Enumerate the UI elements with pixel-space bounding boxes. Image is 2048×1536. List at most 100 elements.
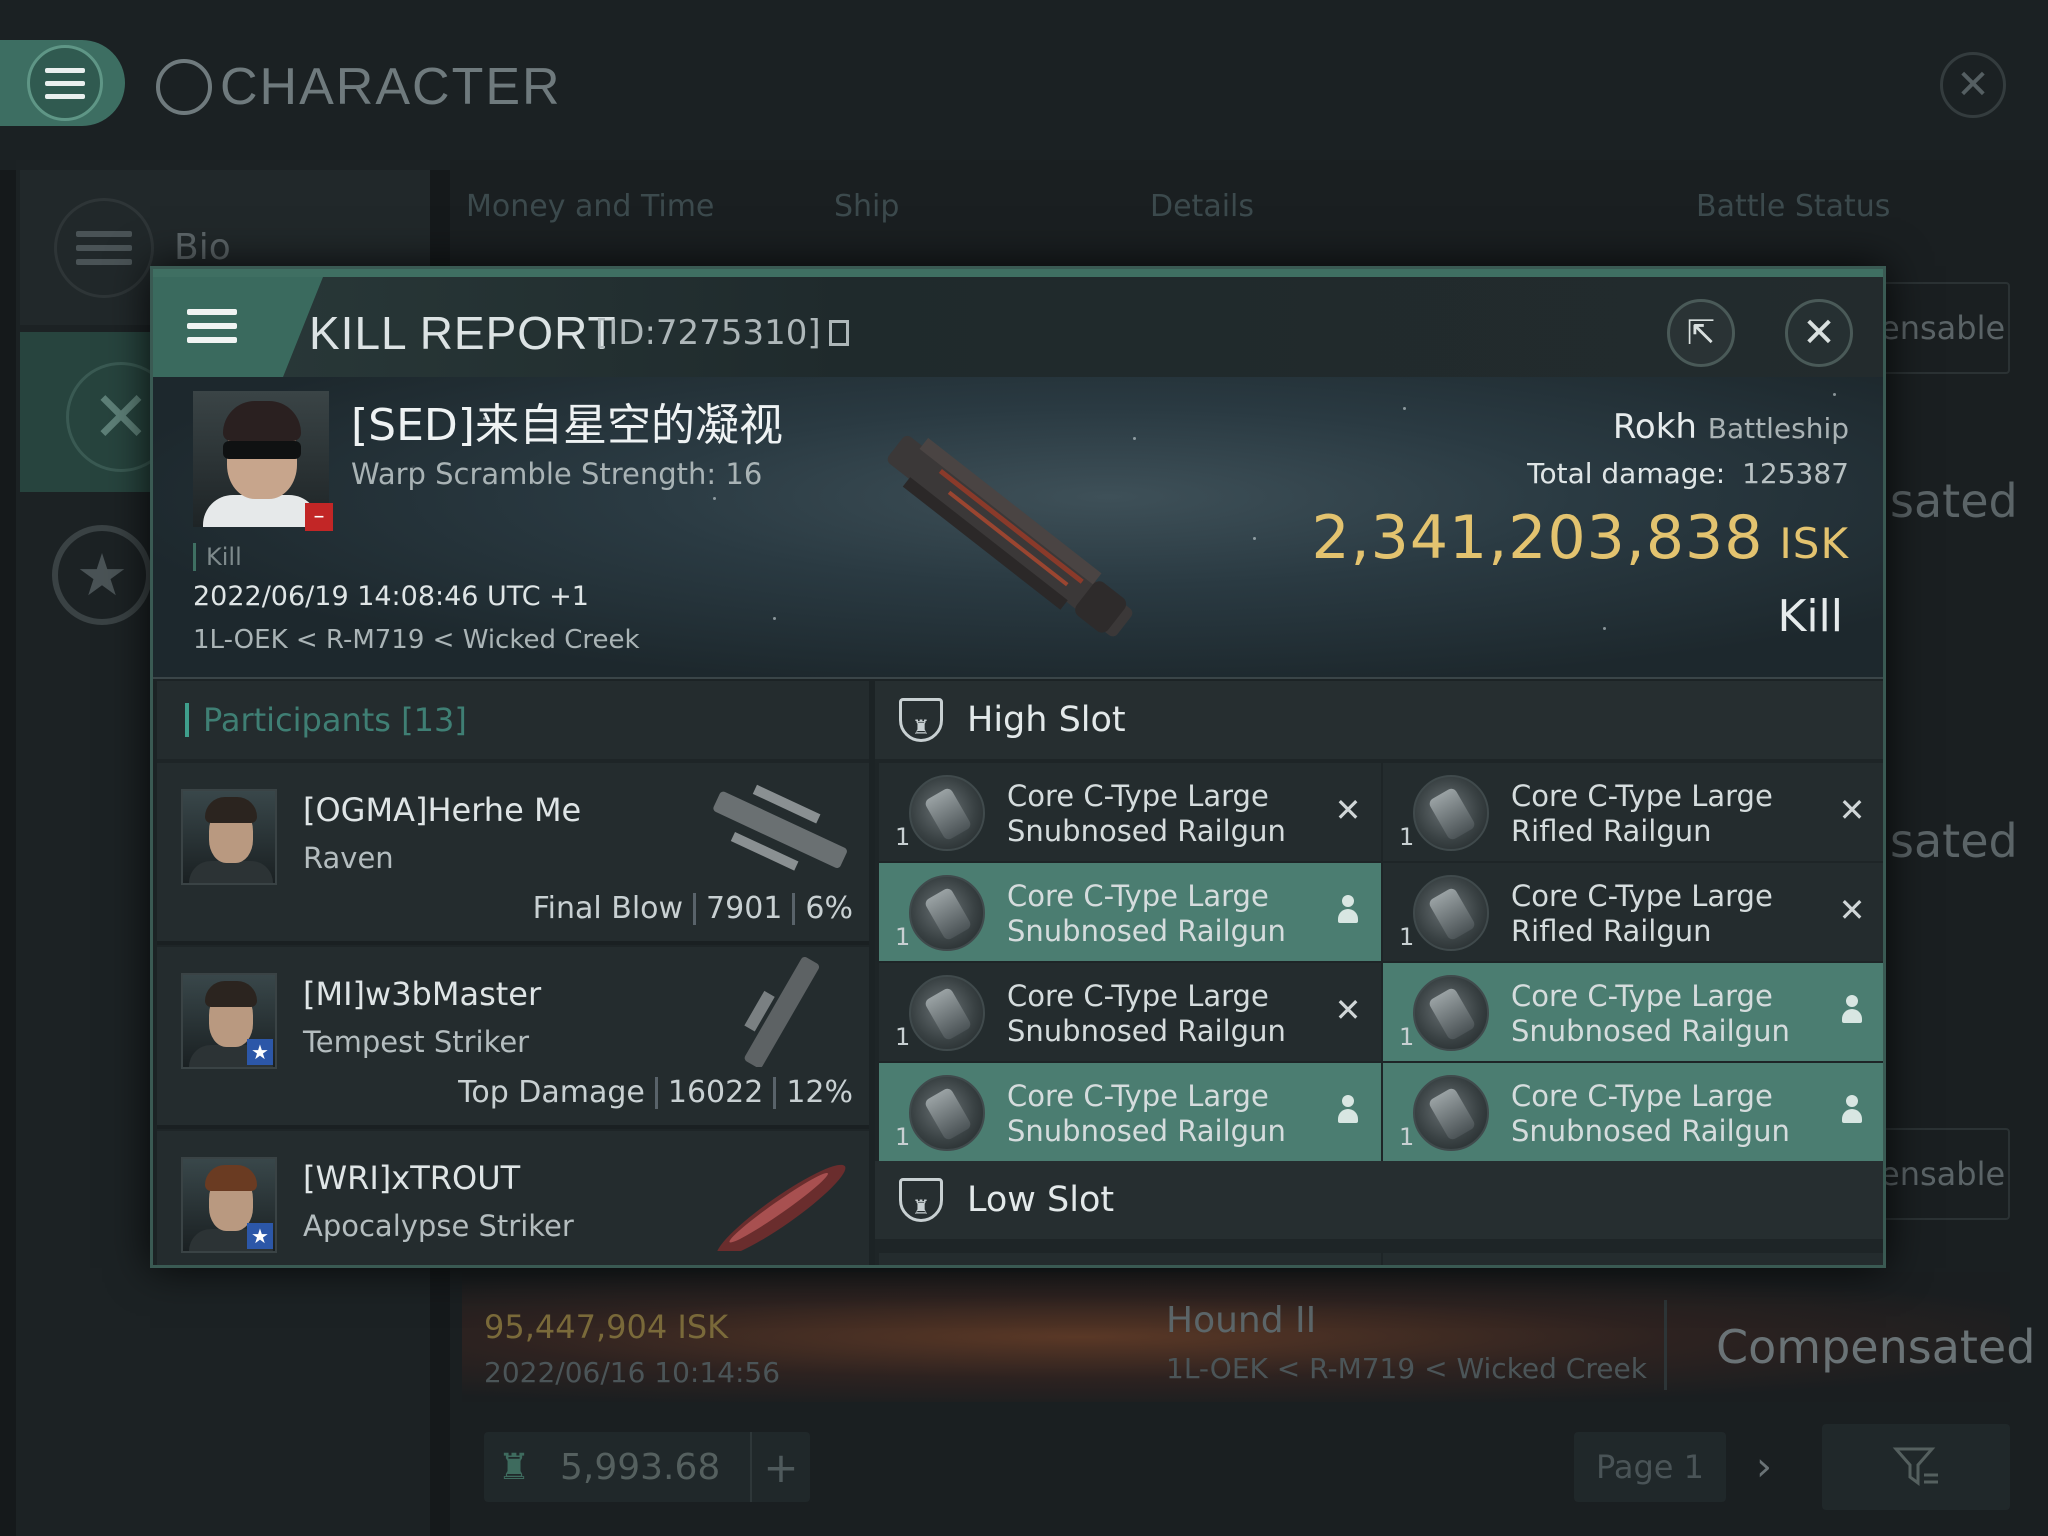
participant-stats: Top Damage 16022 12% — [458, 1075, 853, 1110]
high-slot-header: ♜ High Slot — [875, 681, 1883, 759]
participant-role: Top Damage — [458, 1075, 645, 1110]
wallet-balance: ♜ 5,993.68 + — [484, 1432, 810, 1502]
participant-portrait[interactable]: ★ — [181, 1157, 277, 1253]
participant-name: [MI]w3bMaster — [303, 975, 542, 1013]
fitting-panel: ♜ High Slot 1 Core C-Type Large Snubnosed … — [875, 681, 1883, 1265]
participants-header: Participants [13] — [157, 681, 869, 759]
kill-location[interactable]: 1L-OEK < R-M719 < Wicked Creek — [193, 625, 640, 655]
tab-ship[interactable]: Ship — [834, 189, 899, 224]
participant-row[interactable]: ★ [WRI]xTROUT Apocalypse Striker — [157, 1131, 869, 1265]
hostile-badge: – — [305, 503, 333, 531]
slot-label: Low Slot — [967, 1180, 1115, 1220]
x-icon: ✕ — [1838, 891, 1866, 929]
participant-percent: 12% — [786, 1075, 853, 1110]
character-title-text: CHARACTER — [220, 58, 562, 116]
victim-name[interactable]: [SED]来自星空的凝视 — [351, 389, 783, 453]
close-button[interactable]: ✕ — [1785, 299, 1853, 367]
participant-portrait[interactable] — [181, 789, 277, 885]
participant-stats: Final Blow 7901 6% — [533, 891, 853, 926]
slot-item[interactable]: 1 Core C-Type Large Snubnosed Railgun — [1383, 1063, 1883, 1161]
slot-item[interactable]: 1 Core C-Type Large Snubnosed Railgun ✕ — [879, 963, 1381, 1061]
divider — [1664, 1300, 1667, 1390]
tab-battle-status[interactable]: Battle Status — [1696, 189, 1890, 224]
participant-ship: Tempest Striker — [303, 1025, 530, 1059]
participant-ship: Raven — [303, 841, 394, 875]
ship-name: Rokh — [1612, 407, 1697, 447]
slot-item[interactable]: 1 Core C-Type Large Snubnosed Railgun ✕ — [879, 763, 1381, 861]
sidebar-item-medals[interactable]: ★ — [52, 525, 152, 625]
star-icon: ★ — [247, 1223, 273, 1249]
x-icon: ✕ — [1334, 791, 1362, 829]
railgun-icon — [1413, 775, 1489, 851]
person-icon — [1835, 1093, 1869, 1127]
dialog-menu-button[interactable] — [153, 277, 323, 377]
next-page-button[interactable]: › — [1736, 1432, 1792, 1502]
victim-banner: – [SED]来自星空的凝视 Warp Scramble Strength: 1… — [153, 377, 1883, 679]
slot-item[interactable]: 1 Core C-Type Large Snubnosed Railgun — [879, 863, 1381, 961]
railgun-icon — [909, 1075, 985, 1151]
tab-money-and-time[interactable]: Money and Time — [466, 189, 714, 224]
character-tabs: Money and Time Ship Details Battle Statu… — [450, 170, 2010, 242]
plex-icon: ♜ — [497, 1446, 531, 1488]
slot-item[interactable] — [879, 1253, 1381, 1265]
character-icon — [156, 59, 212, 115]
hamburger-icon — [45, 67, 85, 99]
item-name-line2: Snubnosed Railgun — [1511, 1114, 1790, 1148]
kill-id[interactable]: [ID:7275310] — [595, 293, 849, 373]
wallet-value: 5,993.68 — [560, 1446, 721, 1488]
filter-button[interactable] — [1822, 1424, 2010, 1510]
x-icon: ✕ — [1334, 991, 1362, 1029]
kill-timestamp: 2022/06/19 14:08:46 UTC +1 — [193, 581, 589, 612]
participant-portrait[interactable]: ★ — [181, 973, 277, 1069]
total-damage-label: Total damage: — [1527, 457, 1726, 490]
character-close-button[interactable]: ✕ — [1940, 52, 2006, 118]
record-location: 1L-OEK < R-M719 < Wicked Creek — [1166, 1352, 1647, 1385]
total-damage: Total damage: 125387 — [1527, 457, 1849, 490]
item-name-line2: Snubnosed Railgun — [1007, 1114, 1286, 1148]
item-quantity: 1 — [1399, 823, 1415, 851]
participant-row[interactable]: ★ [MI]w3bMaster Tempest Striker Top Dama… — [157, 947, 869, 1129]
ship-type[interactable]: Rokh Battleship — [1613, 407, 1849, 447]
record-isk: 95,447,904 ISK — [484, 1308, 729, 1346]
isk-unit: ISK — [1779, 519, 1849, 568]
status-text: sated — [1890, 814, 2018, 868]
person-icon — [1331, 1093, 1365, 1127]
slot-item[interactable]: 1 Core C-Type Large Snubnosed Railgun — [879, 1063, 1381, 1161]
participant-row[interactable]: [OGMA]Herhe Me Raven Final Blow 7901 6% — [157, 763, 869, 945]
warp-scramble-strength: Warp Scramble Strength: 16 — [351, 457, 763, 491]
x-icon: ✕ — [1838, 791, 1866, 829]
dialog-title: KILL REPORT — [309, 307, 617, 359]
item-name-line2: Snubnosed Railgun — [1007, 1014, 1286, 1048]
isk-amount: 2,341,203,838 — [1311, 503, 1764, 573]
participant-ship-image — [716, 1164, 846, 1251]
slot-item[interactable] — [1383, 1253, 1883, 1265]
copy-icon[interactable] — [828, 320, 849, 346]
add-funds-button[interactable]: + — [750, 1432, 810, 1502]
item-quantity: 1 — [1399, 1123, 1415, 1151]
participant-damage: 7901 — [706, 891, 783, 926]
share-button[interactable]: ⇱ — [1667, 299, 1735, 367]
shield-icon: ♜ — [899, 698, 943, 742]
slot-item[interactable]: 1 Core C-Type Large Snubnosed Railgun — [1383, 963, 1883, 1061]
person-icon — [1331, 893, 1365, 927]
status-pill-label: ensable — [1880, 309, 2006, 347]
railgun-icon — [1413, 875, 1489, 951]
participant-role: Final Blow — [532, 891, 684, 926]
tab-details[interactable]: Details — [1150, 189, 1254, 224]
dialog-header: KILL REPORT [ID:7275310] ⇱ ✕ — [153, 269, 1883, 377]
record-status: Compensated — [1716, 1320, 2036, 1374]
railgun-icon — [909, 775, 985, 851]
railgun-icon — [909, 875, 985, 951]
participant-name: [WRI]xTROUT — [303, 1159, 521, 1197]
item-name-line1: Core C-Type Large — [1511, 1079, 1773, 1113]
character-menu-button[interactable] — [0, 40, 125, 126]
slot-item[interactable]: 1 Core C-Type Large Rifled Railgun ✕ — [1383, 863, 1883, 961]
item-name-line2: Snubnosed Railgun — [1511, 1014, 1790, 1048]
page-indicator[interactable]: Page 1 — [1574, 1432, 1726, 1502]
item-name-line1: Core C-Type Large — [1511, 779, 1773, 813]
item-quantity: 1 — [1399, 923, 1415, 951]
slot-item[interactable]: 1 Core C-Type Large Rifled Railgun ✕ — [1383, 763, 1883, 861]
kill-tag: Kill — [193, 543, 242, 571]
item-name-line1: Core C-Type Large — [1511, 879, 1773, 913]
sidebar-item-label: Bio — [174, 227, 231, 268]
